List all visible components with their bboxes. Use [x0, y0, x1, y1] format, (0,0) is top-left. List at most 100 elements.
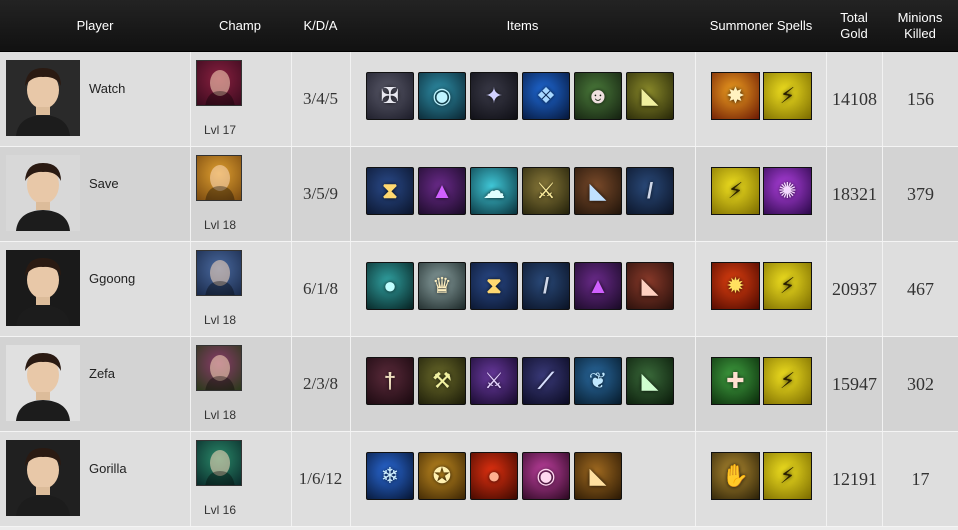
player-name[interactable]: Zefa [89, 366, 115, 381]
boots-icon: ◣ [589, 178, 607, 203]
item-slot[interactable]: ♛ [418, 262, 466, 310]
champion-level: Lvl 18 [204, 218, 237, 232]
minions-killed-value: 156 [907, 88, 934, 109]
summoner-spell-slot[interactable]: ⚡ [763, 357, 812, 405]
blade-icon: ⟋ [538, 368, 554, 393]
champion-icon[interactable] [196, 250, 242, 296]
table-row: Watch Lvl 17 3/4/5 ✠ ◉ ✦ ❖ ☻ ◣ ✸ ⚡ 14108 156 [0, 52, 958, 147]
item-slot[interactable]: ❄ [366, 452, 414, 500]
item-slot[interactable]: ⚒ [418, 357, 466, 405]
champion-icon[interactable] [196, 60, 242, 106]
winged-helm-icon: ♛ [432, 273, 452, 298]
item-slot[interactable]: ● [470, 452, 518, 500]
player-avatar[interactable] [6, 440, 80, 516]
item-slot[interactable]: ◣ [626, 72, 674, 120]
warding-boots-icon: ◣ [589, 463, 607, 488]
item-slot[interactable]: ▲ [418, 167, 466, 215]
wizard-hat-icon: ▲ [587, 273, 609, 298]
summoner-spell-slot[interactable]: ✹ [711, 262, 760, 310]
kda-value: 3/5/9 [303, 184, 338, 203]
kda-value: 3/4/5 [303, 89, 338, 108]
green-boots-icon: ◣ [641, 83, 659, 108]
exhaust-icon: ✋ [721, 463, 750, 488]
mercury-boots-icon: ◣ [641, 368, 659, 393]
item-slot[interactable]: ◣ [626, 357, 674, 405]
item-slot[interactable]: ❖ [522, 72, 570, 120]
item-slot[interactable]: ⧗ [366, 167, 414, 215]
column-divider [190, 147, 191, 241]
player-stats-table: Player Champ K/D/A Items Summoner Spells… [0, 0, 958, 530]
column-divider [350, 242, 351, 336]
summoner-spell-slot[interactable]: ✸ [711, 72, 760, 120]
column-divider [190, 432, 191, 526]
champion-level: Lvl 17 [204, 123, 237, 137]
item-slot[interactable]: ⧗ [470, 262, 518, 310]
item-slot[interactable]: ❦ [574, 357, 622, 405]
item-slot[interactable]: ✪ [418, 452, 466, 500]
player-name[interactable]: Save [89, 176, 119, 191]
summoner-spell-slot[interactable]: ✋ [711, 452, 760, 500]
player-name[interactable]: Watch [89, 81, 125, 96]
player-avatar[interactable] [6, 60, 80, 136]
header-total-gold-line1: Total [840, 9, 868, 25]
header-total-gold-line2: Gold [840, 25, 868, 41]
blue-crest-icon: ❖ [536, 83, 556, 108]
summoner-spell-slot[interactable]: ⚡ [763, 452, 812, 500]
item-slot[interactable]: † [366, 357, 414, 405]
summoner-spell-slot[interactable]: ⚡ [711, 167, 760, 215]
item-slot[interactable]: ◉ [418, 72, 466, 120]
summoner-spell-slot[interactable]: ⚡ [763, 262, 812, 310]
item-slot[interactable]: ▲ [574, 262, 622, 310]
shield-banner-icon: ✠ [380, 83, 400, 108]
item-slot[interactable]: ⚔ [470, 357, 518, 405]
summoner-spell-slot[interactable]: ✺ [763, 167, 812, 215]
player-avatar[interactable] [6, 250, 80, 326]
flash-icon: ⚡ [779, 368, 796, 393]
player-avatar[interactable] [6, 345, 80, 421]
pink-eye-icon: ◉ [536, 463, 556, 488]
item-slot[interactable]: ⟋ [522, 357, 570, 405]
item-slot[interactable]: ✠ [366, 72, 414, 120]
dagger-icon: † [383, 368, 397, 393]
item-slot[interactable]: ✦ [470, 72, 518, 120]
player-avatar[interactable] [6, 155, 80, 231]
item-slot[interactable]: ☻ [574, 72, 622, 120]
item-slot[interactable]: / [626, 167, 674, 215]
hourglass-icon: ⧗ [382, 178, 398, 203]
red-orb-icon: ● [487, 463, 501, 488]
champion-level: Lvl 18 [204, 408, 237, 422]
teleport-icon: ✺ [778, 178, 797, 203]
champion-icon[interactable] [196, 440, 242, 486]
minions-killed-value: 467 [907, 278, 934, 299]
flash-icon: ⚡ [779, 273, 796, 298]
header-champ: Champ [219, 17, 261, 33]
header-minions-line2: Killed [904, 25, 936, 41]
kda-value: 1/6/12 [298, 469, 343, 488]
item-slot[interactable]: / [522, 262, 570, 310]
player-name[interactable]: Ggoong [89, 271, 135, 286]
summoner-spell-slot[interactable]: ✚ [711, 357, 760, 405]
summoner-spell-slot[interactable]: ⚡ [763, 72, 812, 120]
total-gold-value: 18321 [832, 183, 877, 204]
table-row: Save Lvl 18 3/5/9 ⧗ ▲ ☁ ⚔ ◣ / ⚡ ✺ 18321 379 [0, 147, 958, 242]
greatsword-icon: ⚔ [484, 368, 504, 393]
player-name[interactable]: Gorilla [89, 461, 127, 476]
item-slot[interactable]: ⚔ [522, 167, 570, 215]
total-gold-value: 20937 [832, 278, 877, 299]
item-slot[interactable]: ☁ [470, 167, 518, 215]
champion-icon[interactable] [196, 345, 242, 391]
minions-killed-value: 379 [907, 183, 934, 204]
item-slot[interactable]: ◣ [574, 452, 622, 500]
item-slot[interactable]: ◣ [574, 167, 622, 215]
item-slot[interactable]: ● [366, 262, 414, 310]
table-row: Zefa Lvl 18 2/3/8 † ⚒ ⚔ ⟋ ❦ ◣ ✚ ⚡ 15947 302 [0, 337, 958, 432]
kda-value: 2/3/8 [303, 374, 338, 393]
item-slot[interactable]: ◣ [626, 262, 674, 310]
header-minions-line1: Minions [897, 9, 943, 25]
champion-icon[interactable] [196, 155, 242, 201]
item-slot[interactable]: ◉ [522, 452, 570, 500]
column-divider [350, 432, 351, 526]
column-divider [695, 52, 696, 146]
column-divider [190, 337, 191, 431]
total-gold-value: 14108 [832, 88, 877, 109]
